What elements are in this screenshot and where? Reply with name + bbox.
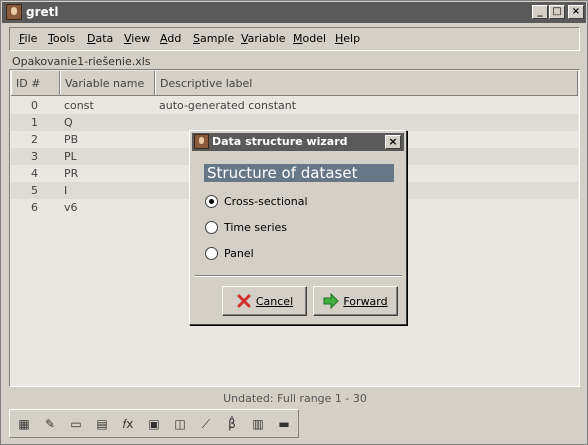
cell-id: 4 [31, 167, 38, 180]
cell-variable-name: PR [64, 167, 79, 180]
menu-bar: File Tools Data View Add Sample Variable… [9, 27, 580, 51]
minimize-button[interactable]: _ [532, 5, 548, 19]
menu-tools[interactable]: Tools [48, 32, 75, 45]
forward-arrow-icon [323, 293, 340, 309]
menu-file[interactable]: File [19, 32, 37, 45]
cell-id: 2 [31, 133, 38, 146]
help-icon[interactable]: ◫ [171, 415, 189, 433]
data-structure-wizard-dialog: Data structure wizard × Structure of dat… [189, 130, 407, 325]
column-variable-name[interactable]: Variable name [60, 71, 155, 95]
gretl-app-icon [194, 134, 209, 149]
cell-id: 5 [31, 184, 38, 197]
menu-add[interactable]: Add [160, 32, 181, 45]
dialog-separator [195, 275, 402, 277]
table-row[interactable]: 1Q [11, 114, 578, 131]
forward-label: Forward [343, 294, 388, 308]
forward-button[interactable]: Forward [313, 286, 398, 316]
dialog-heading: Structure of dataset [204, 164, 394, 182]
status-line: Undated: Full range 1 - 30 [223, 392, 367, 405]
radio-circle[interactable] [205, 247, 218, 260]
close-button[interactable]: × [568, 5, 584, 19]
column-descriptive-label[interactable]: Descriptive label [155, 71, 578, 95]
cell-variable-name: const [64, 99, 94, 112]
table-row[interactable]: 0 const auto-generated constant [11, 97, 578, 114]
cell-variable-name: I [64, 184, 68, 197]
beta-icon[interactable]: β̂ [223, 415, 241, 433]
cell-variable-name: Q [64, 116, 73, 129]
title-bar[interactable]: gretl _ □ × [2, 2, 586, 23]
menu-help[interactable]: Help [335, 32, 360, 45]
cell-id: 3 [31, 150, 38, 163]
dialog-title-bar[interactable]: Data structure wizard × [192, 133, 404, 151]
radio-circle[interactable] [205, 221, 218, 234]
radio-label: Cross-sectional [224, 195, 308, 208]
session-icons-icon[interactable]: ▤ [93, 415, 111, 433]
gretl-app-icon [6, 4, 22, 20]
cell-variable-name: PL [64, 150, 77, 163]
cell-id: 1 [31, 116, 38, 129]
menu-view[interactable]: View [124, 32, 150, 45]
terminal-icon[interactable]: ▭ [67, 415, 85, 433]
cancel-label: Cancel [255, 294, 294, 308]
maximize-button[interactable]: □ [549, 5, 565, 19]
edit-script-icon[interactable]: ✎ [41, 415, 59, 433]
radio-label: Panel [224, 247, 254, 260]
dialog-close-button[interactable]: × [385, 135, 401, 149]
cell-descriptive-label: auto-generated constant [159, 99, 297, 112]
log-icon[interactable]: ▥ [249, 415, 267, 433]
menu-sample[interactable]: Sample [193, 32, 234, 45]
function-icon[interactable]: 𝑓x [119, 415, 137, 433]
column-id[interactable]: ID # [11, 71, 60, 95]
menu-variable[interactable]: Variable [241, 32, 286, 45]
dialog-title: Data structure wizard [212, 135, 348, 148]
dataset-filename: Opakovanie1-riešenie.xls [12, 55, 151, 68]
cancel-button[interactable]: Cancel [222, 286, 307, 316]
radio-circle[interactable] [205, 195, 218, 208]
list-header: ID # Variable name Descriptive label [11, 71, 578, 96]
cell-id: 6 [31, 201, 38, 214]
menu-data[interactable]: Data [87, 32, 113, 45]
open-folder-icon[interactable]: ▬ [275, 415, 293, 433]
window-title: gretl [26, 5, 59, 19]
calculator-icon[interactable]: ▦ [15, 415, 33, 433]
cell-variable-name: PB [64, 133, 79, 146]
menu-model[interactable]: Model [293, 32, 326, 45]
cell-id: 0 [31, 99, 38, 112]
graph-icon[interactable]: ⟋ [197, 415, 215, 433]
toolbar: ▦ ✎ ▭ ▤ 𝑓x ▣ ◫ ⟋ β̂ ▥ ▬ [9, 409, 299, 438]
cell-variable-name: v6 [64, 201, 78, 214]
cancel-icon [237, 294, 251, 308]
user-guide-icon[interactable]: ▣ [145, 415, 163, 433]
radio-label: Time series [224, 221, 287, 234]
